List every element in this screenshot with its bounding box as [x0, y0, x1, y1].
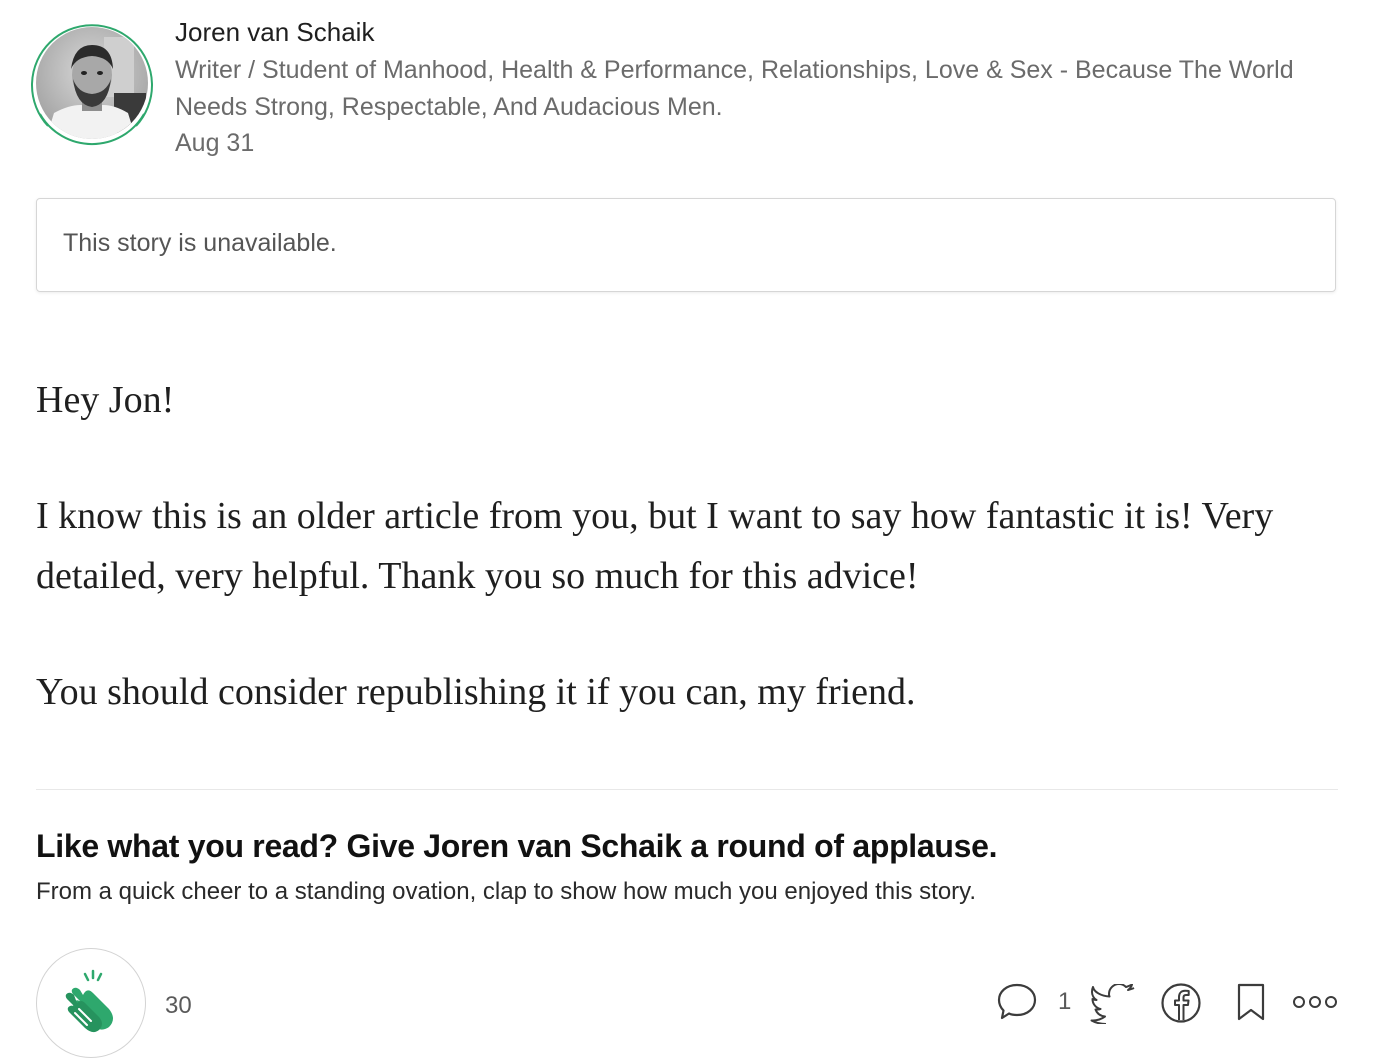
author-name[interactable]: Joren van Schaik — [175, 16, 374, 48]
response-paragraph: You should consider republishing it if y… — [36, 671, 916, 713]
facebook-icon[interactable] — [1160, 982, 1202, 1024]
divider — [36, 789, 1338, 790]
response-paragraph: Hey Jon! — [36, 379, 175, 421]
applause-heading: Like what you read? Give Joren van Schai… — [36, 828, 998, 864]
response-paragraph: I know this is an older article from you… — [36, 495, 1274, 597]
more-icon[interactable] — [1292, 992, 1340, 1012]
post-date[interactable]: Aug 31 — [175, 127, 254, 159]
story-unavailable-text: This story is unavailable. — [63, 229, 337, 257]
story-unavailable-card: This story is unavailable. — [36, 198, 1336, 292]
clap-icon — [65, 969, 113, 1033]
clap-count[interactable]: 30 — [165, 990, 192, 1022]
applause-subtext: From a quick cheer to a standing ovation… — [36, 878, 977, 905]
response-body: Hey Jon! I know this is an older article… — [36, 370, 1336, 778]
twitter-icon[interactable] — [1090, 984, 1136, 1024]
author-avatar[interactable] — [30, 18, 154, 152]
comment-count[interactable]: 1 — [1058, 986, 1071, 1018]
comment-icon[interactable] — [996, 982, 1038, 1022]
author-bio: Writer / Student of Manhood, Health & Pe… — [175, 56, 1294, 121]
bookmark-icon[interactable] — [1236, 982, 1266, 1022]
clap-button[interactable] — [36, 948, 146, 1058]
avatar-photo — [36, 27, 148, 139]
